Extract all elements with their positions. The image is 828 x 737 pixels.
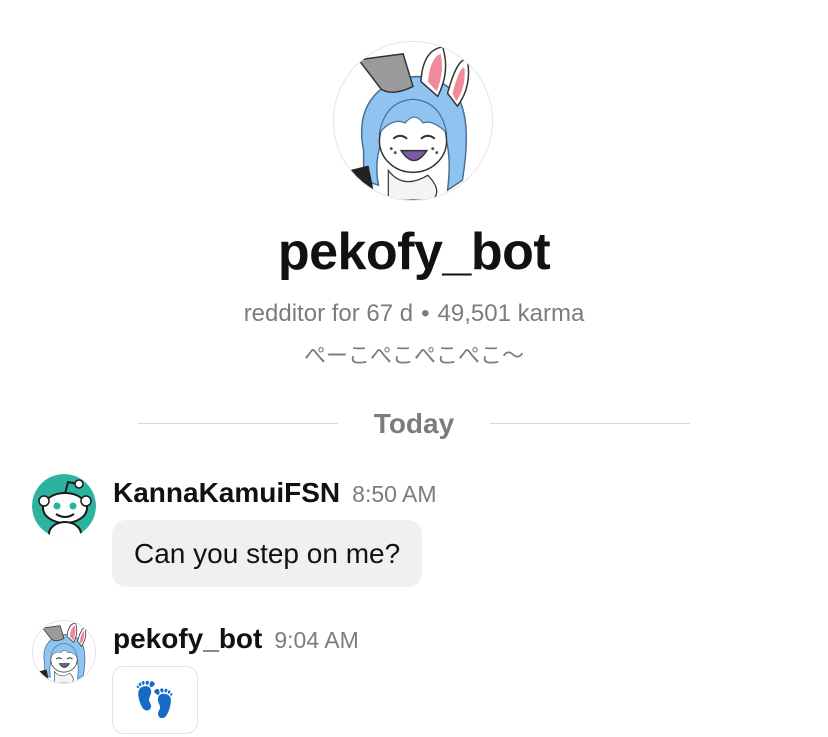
message-author[interactable]: KannaKamuiFSN xyxy=(113,477,340,508)
message-bubble[interactable]: Can you step on me? xyxy=(112,520,423,587)
divider-line-right xyxy=(490,423,690,424)
message-text: Can you step on me? xyxy=(134,538,401,569)
divider-line-left xyxy=(138,423,338,424)
message-avatar[interactable] xyxy=(32,620,96,684)
message-timestamp: 8:50 AM xyxy=(352,481,437,507)
profile-avatar[interactable] xyxy=(333,41,493,201)
stats-separator: • xyxy=(421,300,430,327)
anime-bunny-avatar-icon xyxy=(33,621,95,683)
profile-bio: ぺーこぺこぺこぺこ～ xyxy=(303,344,524,369)
message-avatar[interactable] xyxy=(32,474,96,538)
message-author[interactable]: pekofy_bot xyxy=(113,623,262,654)
date-divider-label: Today xyxy=(373,408,455,439)
message-header: pekofy_bot 9:04 AM xyxy=(113,622,359,661)
profile-stats: redditor for 67 d • 49,501 karma xyxy=(0,298,828,330)
anime-bunny-avatar-icon xyxy=(334,42,492,200)
karma-count: 49,501 karma xyxy=(437,300,585,327)
profile-username: pekofy_bot xyxy=(277,223,551,281)
message-bubble[interactable]: 👣 xyxy=(112,666,198,734)
footprints-emoji: 👣 xyxy=(133,681,177,719)
account-age: redditor for 67 d xyxy=(243,300,414,327)
message-timestamp: 9:04 AM xyxy=(274,627,359,653)
message-header: KannaKamuiFSN 8:50 AM xyxy=(113,476,437,515)
snoo-avatar-icon xyxy=(32,474,96,538)
